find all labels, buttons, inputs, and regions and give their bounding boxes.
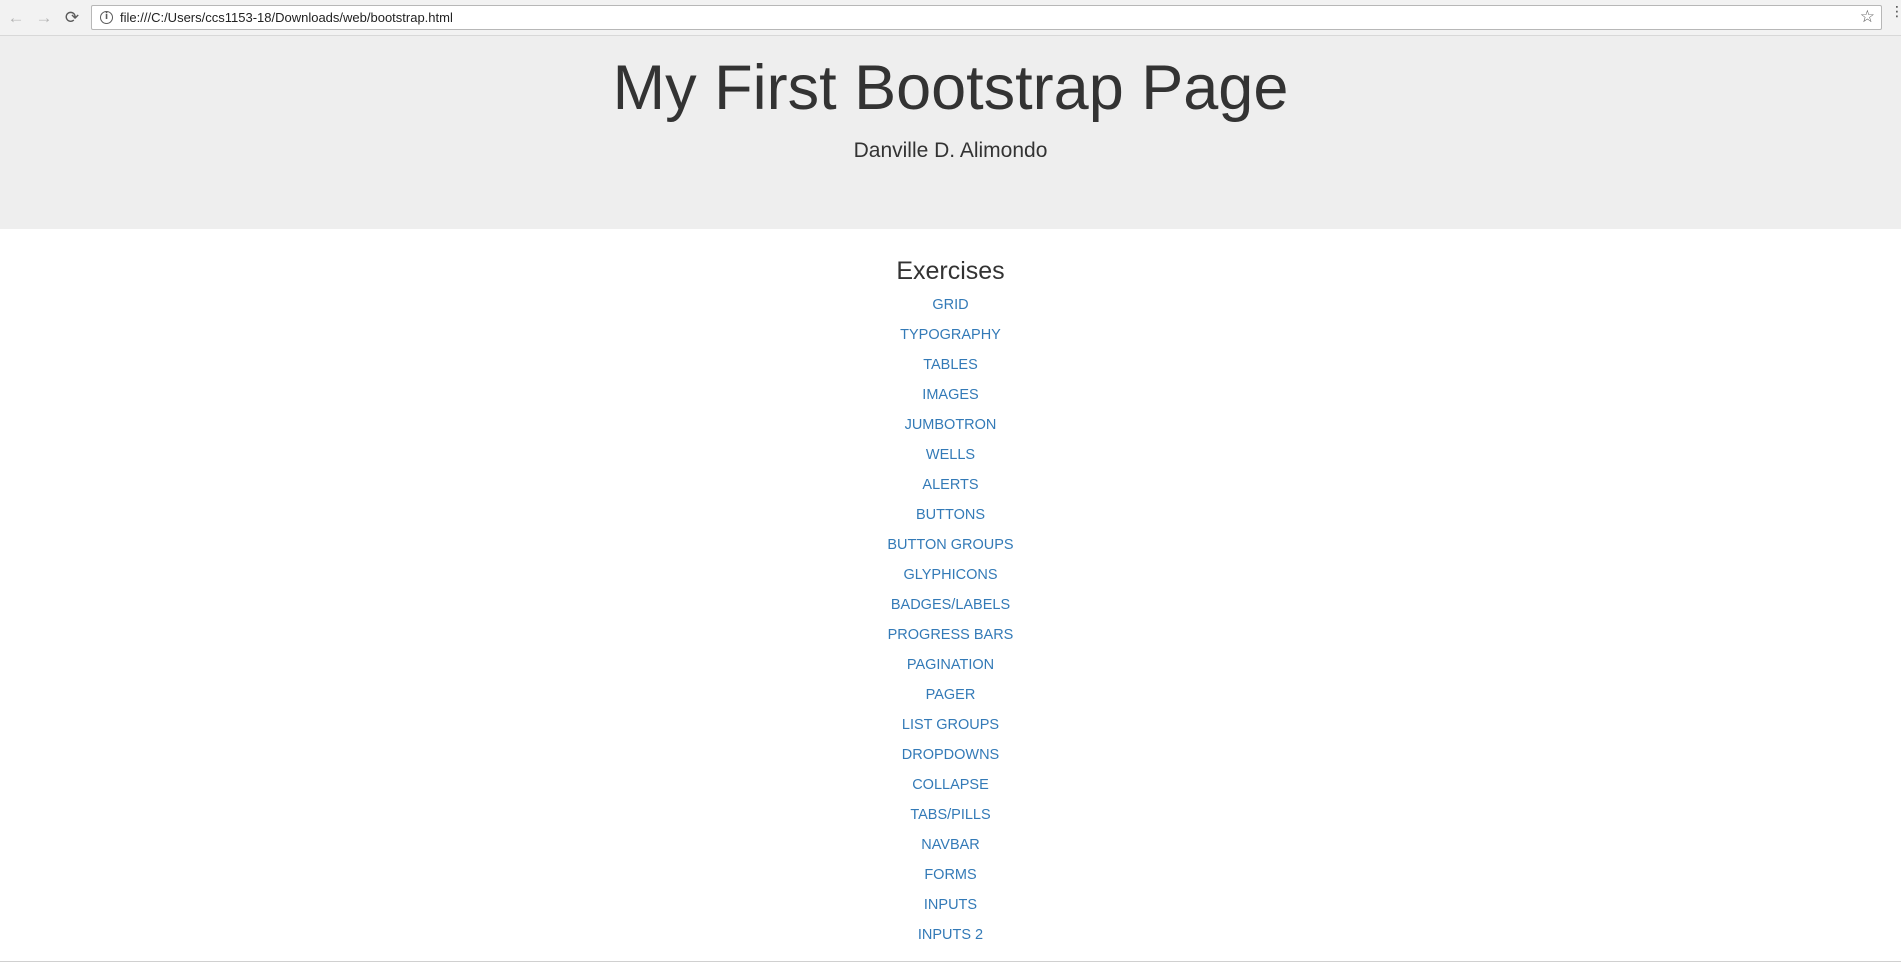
list-item: JUMBOTRON (0, 416, 1901, 446)
list-item: INPUTS 2 (0, 926, 1901, 956)
arrow-right-icon[interactable]: → (32, 6, 56, 30)
exercise-link-glyphicons[interactable]: GLYPHICONS (903, 567, 997, 583)
list-item: INPUTS (0, 896, 1901, 926)
list-item: PAGINATION (0, 656, 1901, 686)
exercise-link-typography[interactable]: TYPOGRAPHY (900, 327, 1001, 343)
exercise-link-wells[interactable]: WELLS (926, 447, 975, 463)
info-icon[interactable]: i (100, 11, 113, 24)
kebab-menu-icon[interactable]: ⋮ (1890, 4, 1901, 25)
list-item: WELLS (0, 446, 1901, 476)
list-item: NAVBAR (0, 836, 1901, 866)
exercise-link-inputs-2[interactable]: INPUTS 2 (918, 927, 983, 943)
exercises-heading: Exercises (896, 257, 1005, 285)
exercise-link-list-groups[interactable]: LIST GROUPS (902, 717, 999, 733)
list-item: GRID (0, 296, 1901, 326)
exercise-link-dropdowns[interactable]: DROPDOWNS (902, 747, 999, 763)
list-item: TYPOGRAPHY (0, 326, 1901, 356)
arrow-left-icon[interactable]: ← (4, 6, 28, 30)
list-item: FORMS (0, 866, 1901, 896)
jumbotron: My First Bootstrap Page Danville D. Alim… (0, 36, 1901, 229)
exercise-link-tables[interactable]: TABLES (923, 357, 978, 373)
page-title: My First Bootstrap Page (612, 53, 1289, 123)
exercise-link-navbar[interactable]: NAVBAR (921, 837, 980, 853)
exercise-link-buttons[interactable]: BUTTONS (916, 507, 985, 523)
star-icon[interactable]: ☆ (1860, 7, 1875, 27)
author-name: Danville D. Alimondo (853, 139, 1048, 162)
exercise-link-pager[interactable]: PAGER (926, 687, 976, 703)
exercise-link-button-groups[interactable]: BUTTON GROUPS (887, 537, 1013, 553)
list-item: GLYPHICONS (0, 566, 1901, 596)
list-item: PAGER (0, 686, 1901, 716)
exercise-link-images[interactable]: IMAGES (922, 387, 978, 403)
exercise-link-badges-labels[interactable]: BADGES/LABELS (891, 597, 1010, 613)
url-text[interactable]: file:///C:/Users/ccs1153-18/Downloads/we… (120, 10, 453, 25)
address-bar[interactable]: i file:///C:/Users/ccs1153-18/Downloads/… (91, 5, 1882, 30)
exercise-link-collapse[interactable]: COLLAPSE (912, 777, 989, 793)
exercise-link-forms[interactable]: FORMS (924, 867, 976, 883)
list-item: TABS/PILLS (0, 806, 1901, 836)
exercise-link-inputs[interactable]: INPUTS (924, 897, 977, 913)
list-item: BUTTON GROUPS (0, 536, 1901, 566)
browser-toolbar: ← → ⟳ i file:///C:/Users/ccs1153-18/Down… (0, 0, 1901, 36)
exercise-links-list: GRID TYPOGRAPHY TABLES IMAGES JUMBOTRON WELLS… (0, 296, 1901, 956)
exercise-link-pagination[interactable]: PAGINATION (907, 657, 994, 673)
exercise-link-jumbotron[interactable]: JUMBOTRON (905, 417, 997, 433)
list-item: IMAGES (0, 386, 1901, 416)
list-item: BUTTONS (0, 506, 1901, 536)
list-item: DROPDOWNS (0, 746, 1901, 776)
list-item: LIST GROUPS (0, 716, 1901, 746)
exercise-link-alerts[interactable]: ALERTS (922, 477, 978, 493)
window-bottom-edge (0, 961, 1901, 962)
exercise-link-tabs-pills[interactable]: TABS/PILLS (910, 807, 990, 823)
reload-icon[interactable]: ⟳ (60, 6, 84, 30)
list-item: BADGES/LABELS (0, 596, 1901, 626)
list-item: PROGRESS BARS (0, 626, 1901, 656)
list-item: ALERTS (0, 476, 1901, 506)
list-item: TABLES (0, 356, 1901, 386)
exercise-link-progress-bars[interactable]: PROGRESS BARS (888, 627, 1014, 643)
list-item: COLLAPSE (0, 776, 1901, 806)
exercise-link-grid[interactable]: GRID (932, 297, 968, 313)
